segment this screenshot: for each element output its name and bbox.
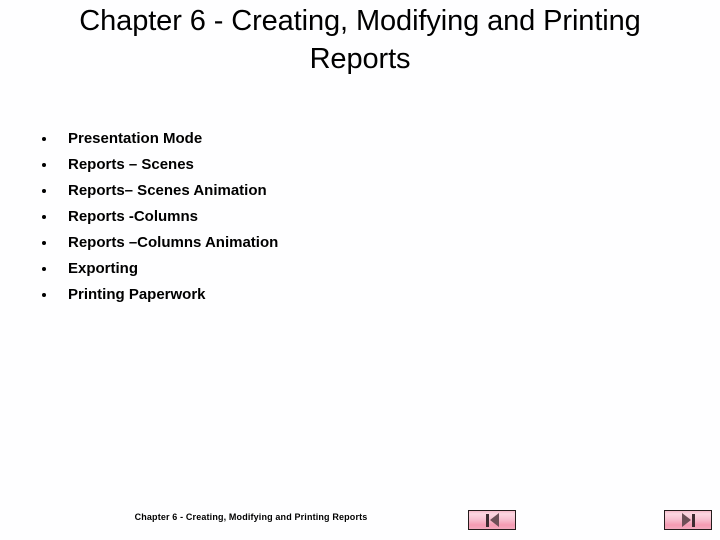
bullet-dot-icon — [42, 267, 46, 271]
list-item: Reports – Scenes — [36, 152, 636, 178]
bullet-dot-icon — [42, 163, 46, 167]
last-slide-icon — [681, 513, 695, 527]
next-slide-button[interactable] — [664, 510, 712, 530]
list-item: Reports– Scenes Animation — [36, 178, 636, 204]
bullet-list: Presentation Mode Reports – Scenes Repor… — [36, 126, 636, 308]
bullet-dot-icon — [42, 189, 46, 193]
bullet-dot-icon — [42, 215, 46, 219]
presentation-slide: Chapter 6 - Creating, Modifying and Prin… — [0, 0, 720, 540]
list-item-label: Exporting — [68, 260, 138, 277]
nav-bar-shape — [691, 513, 695, 527]
list-item: Printing Paperwork — [36, 282, 636, 308]
bullet-dot-icon — [42, 137, 46, 141]
list-item-label: Reports –Columns Animation — [68, 234, 279, 251]
list-item: Exporting — [36, 256, 636, 282]
nav-triangle-right-shape — [681, 513, 691, 527]
list-item: Reports –Columns Animation — [36, 230, 636, 256]
list-item-label: Reports – Scenes — [68, 156, 194, 173]
list-item: Reports -Columns — [36, 204, 636, 230]
bullet-dot-icon — [42, 241, 46, 245]
list-item-label: Reports– Scenes Animation — [68, 182, 267, 199]
first-slide-icon — [485, 513, 499, 527]
list-item-label: Presentation Mode — [68, 130, 203, 147]
slide-footer-text: Chapter 6 - Creating, Modifying and Prin… — [134, 512, 368, 522]
nav-bar-shape — [485, 513, 489, 527]
list-item-label: Printing Paperwork — [68, 286, 206, 303]
list-item-label: Reports -Columns — [68, 208, 199, 225]
page-title: Chapter 6 - Creating, Modifying and Prin… — [79, 5, 641, 75]
list-item: Presentation Mode — [36, 126, 636, 152]
nav-triangle-left-shape — [489, 513, 499, 527]
previous-slide-button[interactable] — [468, 510, 516, 530]
bullet-dot-icon — [42, 293, 46, 297]
